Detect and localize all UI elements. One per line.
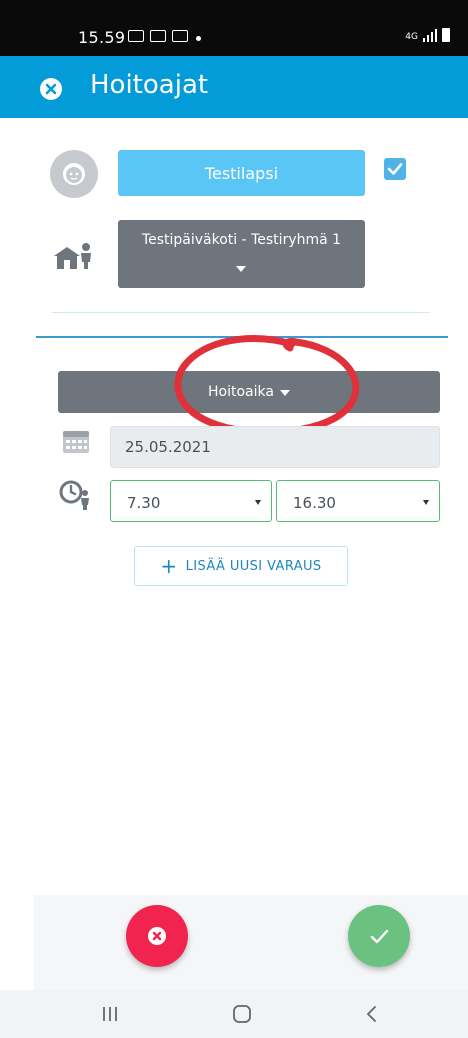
section-divider <box>36 336 448 338</box>
close-icon <box>148 927 166 945</box>
plus-icon: + <box>160 554 178 578</box>
check-icon <box>387 163 403 175</box>
back-icon[interactable] <box>342 990 402 1038</box>
page-title: Hoitoajat <box>90 70 209 100</box>
chevron-down-icon <box>236 266 246 272</box>
app-bar: Hoitoajat <box>0 56 468 118</box>
calendar-icon <box>62 430 90 454</box>
end-time-value: 16.30 <box>293 494 336 512</box>
chevron-down-icon <box>279 390 290 396</box>
add-reservation-label: LISÄÄ UUSI VARAUS <box>185 558 322 574</box>
close-glyph <box>45 83 57 95</box>
recents-glyph <box>103 1007 117 1021</box>
back-glyph <box>366 1006 376 1022</box>
cancel-button[interactable] <box>126 905 188 967</box>
calendar-glyph <box>63 431 89 453</box>
image-notification-icon <box>128 30 144 42</box>
divider <box>52 312 430 313</box>
start-time-value: 7.30 <box>127 494 161 512</box>
network-label: 4G <box>405 32 418 42</box>
date-field[interactable]: 25.05.2021 <box>110 426 440 468</box>
clock-person-icon <box>58 478 94 512</box>
group-select[interactable]: Testipäiväkoti - Testiryhmä 1 <box>118 220 365 288</box>
close-circle-icon[interactable] <box>40 78 62 100</box>
battery-icon <box>442 28 450 42</box>
child-select-button[interactable]: Testilapsi <box>118 150 365 196</box>
app-notification-icon <box>150 30 166 42</box>
daycare-glyph <box>54 243 91 269</box>
close-glyph <box>152 931 162 941</box>
check-icon <box>370 929 389 944</box>
app-notification-icon <box>172 30 188 42</box>
confirm-button[interactable] <box>348 905 410 967</box>
care-type-select[interactable]: Hoitoaika <box>58 371 440 413</box>
system-nav-bar <box>0 990 468 1038</box>
clock-glyph <box>59 480 89 510</box>
group-select-label: Testipäiväkoti - Testiryhmä 1 <box>141 232 342 248</box>
dropdown-arrow-icon <box>255 500 261 505</box>
avatar-face <box>63 163 85 185</box>
signal-icon <box>423 29 437 42</box>
dropdown-arrow-icon <box>423 500 429 505</box>
more-notifications-dot <box>196 36 201 41</box>
status-time: 15.59 <box>78 28 126 47</box>
recents-icon[interactable] <box>80 990 140 1038</box>
add-reservation-button[interactable]: + LISÄÄ UUSI VARAUS <box>134 546 348 586</box>
start-time-select[interactable]: 7.30 <box>110 480 272 522</box>
end-time-select[interactable]: 16.30 <box>276 480 440 522</box>
child-checkbox[interactable] <box>384 158 406 180</box>
status-right: 4G <box>405 28 450 42</box>
child-face-icon <box>50 150 98 198</box>
daycare-house-person-icon <box>50 240 96 276</box>
home-glyph <box>233 1005 251 1023</box>
care-type-label: Hoitoaika <box>208 384 274 400</box>
status-bar: 15.59 4G <box>0 0 468 56</box>
notification-icons <box>128 30 188 42</box>
home-icon[interactable] <box>212 990 272 1038</box>
